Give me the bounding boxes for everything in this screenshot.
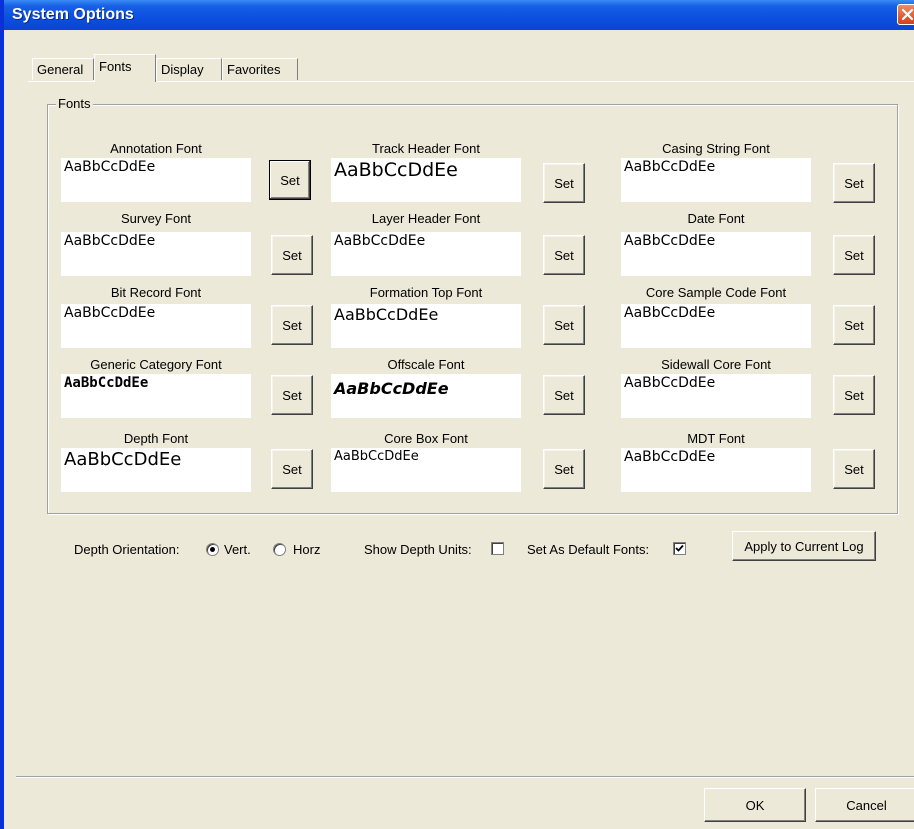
font-label: MDT Font <box>687 431 745 446</box>
dialog-window: System Options General Fonts Display Fav… <box>0 0 914 829</box>
font-label: Formation Top Font <box>369 285 483 300</box>
font-label: Bit Record Font <box>110 285 202 300</box>
tab-fonts[interactable]: Fonts <box>94 54 156 82</box>
radio-selected-dot <box>210 547 215 552</box>
tab-general[interactable]: General <box>32 58 94 80</box>
font-sample-offscale: AaBbCcDdEe <box>331 374 521 418</box>
font-label: Casing String Font <box>662 141 770 156</box>
horz-radio[interactable] <box>273 543 286 556</box>
font-label: Date Font <box>687 211 745 226</box>
set-default-fonts-checkbox[interactable] <box>673 542 686 555</box>
groupbox-legend: Fonts <box>56 96 93 111</box>
cancel-button[interactable]: Cancel <box>815 788 914 822</box>
font-label: Core Sample Code Font <box>645 285 787 300</box>
set-track-header-font-button[interactable]: Set <box>543 163 585 203</box>
font-sample-survey: AaBbCcDdEe <box>61 232 251 276</box>
font-sample-depth: AaBbCcDdEe <box>61 448 251 492</box>
set-core-box-font-button[interactable]: Set <box>543 449 585 489</box>
show-depth-units-checkbox[interactable] <box>491 542 504 555</box>
set-formation-top-font-button[interactable]: Set <box>543 305 585 345</box>
window-title: System Options <box>12 6 134 23</box>
set-mdt-font-button[interactable]: Set <box>833 449 875 489</box>
set-date-font-button[interactable]: Set <box>833 235 875 275</box>
apply-to-current-log-button[interactable]: Apply to Current Log <box>732 531 876 561</box>
set-casing-string-font-button[interactable]: Set <box>833 163 875 203</box>
set-sidewall-core-font-button[interactable]: Set <box>833 375 875 415</box>
close-button[interactable] <box>897 4 914 25</box>
font-label: Core Box Font <box>384 431 468 446</box>
show-depth-units-label: Show Depth Units: <box>364 542 472 557</box>
font-sample-core-sample-code: AaBbCcDdEe <box>621 304 811 348</box>
close-icon <box>901 8 914 21</box>
font-sample-generic-category: AaBbCcDdEe <box>61 374 251 418</box>
font-sample-layer-header: AaBbCcDdEe <box>331 232 521 276</box>
font-label: Layer Header Font <box>371 211 481 226</box>
font-sample-mdt: AaBbCcDdEe <box>621 448 811 492</box>
set-survey-font-button[interactable]: Set <box>271 235 313 275</box>
set-bit-record-font-button[interactable]: Set <box>271 305 313 345</box>
font-sample-date: AaBbCcDdEe <box>621 232 811 276</box>
font-sample-casing-string: AaBbCcDdEe <box>621 158 811 202</box>
set-layer-header-font-button[interactable]: Set <box>543 235 585 275</box>
set-generic-category-font-button[interactable]: Set <box>271 375 313 415</box>
footer-separator <box>16 776 914 778</box>
set-annotation-font-button[interactable]: Set <box>269 160 311 200</box>
font-sample-bit-record: AaBbCcDdEe <box>61 304 251 348</box>
font-sample-annotation: AaBbCcDdEe <box>61 158 251 202</box>
font-label: Track Header Font <box>372 141 480 156</box>
font-label: Sidewall Core Font <box>661 357 771 372</box>
tab-favorites[interactable]: Favorites <box>222 58 298 80</box>
font-label: Annotation Font <box>110 141 202 156</box>
vert-radio-label[interactable]: Vert. <box>224 542 251 557</box>
tab-display[interactable]: Display <box>156 58 222 80</box>
vert-radio[interactable] <box>206 543 219 556</box>
set-offscale-font-button[interactable]: Set <box>543 375 585 415</box>
tab-panel-edge <box>28 81 914 82</box>
font-sample-track-header: AaBbCcDdEe <box>331 158 521 202</box>
set-depth-font-button[interactable]: Set <box>271 449 313 489</box>
horz-radio-label[interactable]: Horz <box>293 542 320 557</box>
ok-button[interactable]: OK <box>704 788 806 822</box>
checkmark-icon <box>675 544 684 552</box>
font-sample-formation-top: AaBbCcDdEe <box>331 304 521 348</box>
title-bar[interactable]: System Options <box>4 0 914 30</box>
font-label: Offscale Font <box>387 357 465 372</box>
font-label: Survey Font <box>120 211 192 226</box>
font-label: Generic Category Font <box>90 357 222 372</box>
font-sample-sidewall-core: AaBbCcDdEe <box>621 374 811 418</box>
depth-orientation-label: Depth Orientation: <box>74 542 180 557</box>
font-label: Depth Font <box>123 431 189 446</box>
font-sample-core-box: AaBbCcDdEe <box>331 448 521 492</box>
set-default-fonts-label: Set As Default Fonts: <box>527 542 650 557</box>
set-core-sample-code-font-button[interactable]: Set <box>833 305 875 345</box>
